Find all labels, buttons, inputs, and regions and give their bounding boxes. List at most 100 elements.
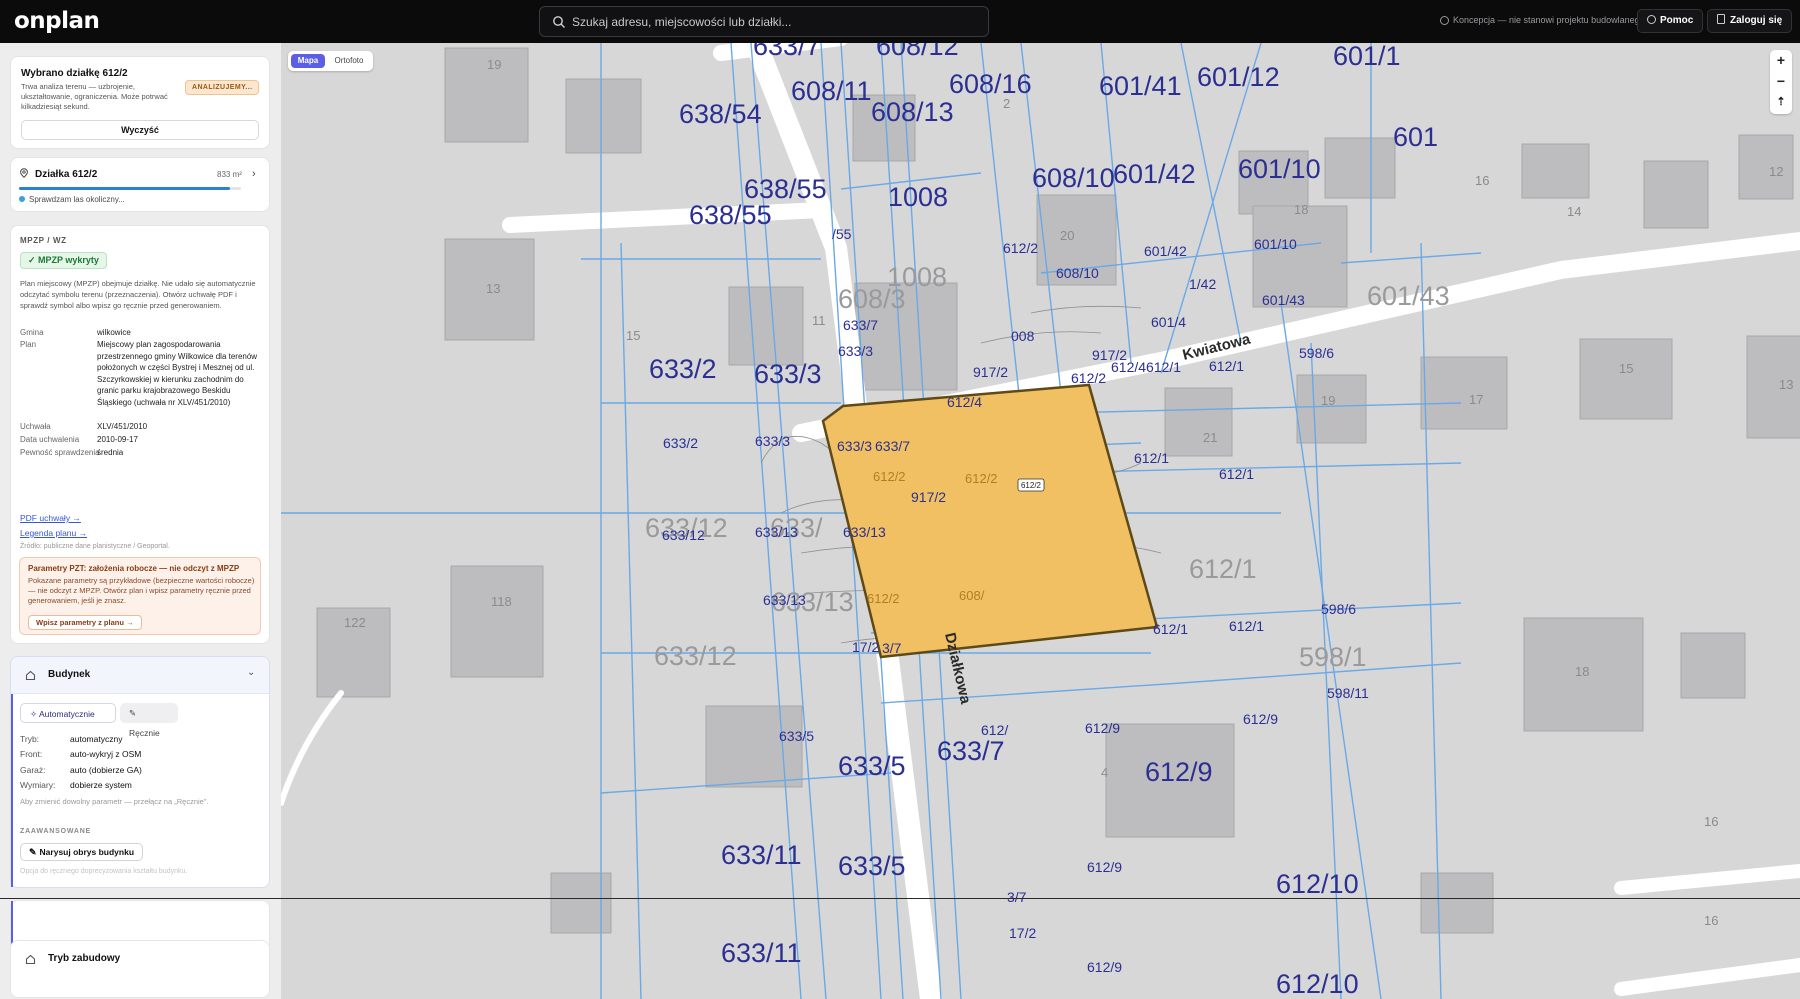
kv-key: Data uchwalenia	[20, 435, 80, 444]
tab-ortho[interactable]: Ortofoto	[329, 54, 369, 68]
sidebar: Wybrano działkę 612/2 Trwa analiza teren…	[0, 43, 281, 999]
parcel-label: 638/54	[679, 99, 762, 129]
parcel-label: 601/1	[1333, 43, 1401, 71]
parcel-label: 612/1	[1189, 554, 1257, 584]
building-header[interactable]: Budynek ⌄	[11, 657, 269, 694]
parcel-label: 601/43	[1262, 292, 1305, 308]
parcel-label: 608/13	[871, 97, 954, 127]
parcel-label: 17/2	[1009, 925, 1036, 941]
parcel-label: 601/10	[1238, 154, 1321, 184]
parcel-label: 612/	[981, 722, 1008, 738]
tab-manual[interactable]: ✎ Ręcznie	[120, 703, 178, 738]
selection-card: Wybrano działkę 612/2 Trwa analiza teren…	[11, 57, 269, 148]
parcel-label: 608/3	[838, 284, 906, 314]
selection-title: Wybrano działkę 612/2	[21, 68, 128, 79]
reset-north-button[interactable]: ⇡	[1770, 92, 1792, 113]
search-box[interactable]	[539, 6, 989, 37]
parcel-label: 3/7	[1007, 889, 1027, 905]
house-number: 17	[1469, 392, 1483, 407]
kv-key: Gmina	[20, 328, 44, 337]
parcel-label: 633/2	[663, 435, 698, 451]
parcel-label: 612/2	[965, 471, 998, 486]
parcel-label: 1008	[888, 182, 948, 212]
chevron-down-icon[interactable]: ⌄	[247, 667, 255, 678]
status-dot-icon	[19, 196, 25, 202]
concept-note: Koncepcja — nie stanowi projektu budowla…	[1440, 15, 1645, 25]
parcel-label: 612/2	[873, 469, 906, 484]
parcel-label: 608/10	[1056, 265, 1099, 281]
parcel-label: 633/12	[654, 641, 737, 671]
draw-outline-button[interactable]: ✎Narysuj obrys budynku	[20, 843, 144, 861]
parcel-card[interactable]: Działka 612/2 833 m² › Sprawdzam las oko…	[11, 158, 269, 211]
search-input[interactable]	[572, 7, 982, 36]
help-label: Pomoc	[1660, 15, 1694, 26]
mpzp-heading: MPZP / WZ	[20, 236, 67, 245]
parcel-label: 612/9	[1087, 859, 1122, 875]
parcel-label: 612/10	[1276, 869, 1359, 899]
kv-key: Plan	[20, 340, 37, 349]
parcel-label: 633/3	[838, 343, 873, 359]
top-bar: onplan Koncepcja — nie stanowi projektu …	[0, 0, 1800, 43]
pdf-link[interactable]: PDF uchwały →	[20, 513, 81, 523]
zoom-out-button[interactable]: −	[1770, 71, 1792, 92]
enter-params-button[interactable]: Wpisz parametry z planu →	[28, 615, 142, 630]
mode-title: Tryb zabudowy	[48, 953, 121, 964]
parcel-label: Działka 612/2	[35, 169, 98, 180]
parcel-label: 633/7	[875, 438, 910, 454]
parcel-label: 633/3	[837, 438, 872, 454]
kv-value: średnia	[97, 448, 124, 457]
active-accent	[11, 694, 13, 887]
login-button[interactable]: Zaloguj się	[1707, 9, 1793, 33]
map-svg[interactable]: 612/2 612/2 612/2 608/ 612/2 Kwiatowa Dz…	[281, 43, 1800, 999]
parcel-label: 601/42	[1144, 243, 1187, 259]
building-card: Budynek ⌄ ✧ Automatycznie ✎ Ręcznie Tryb…	[11, 657, 269, 887]
tab-automatic[interactable]: ✧ Automatycznie	[20, 703, 116, 723]
parcel-area: 833 m²	[217, 170, 242, 179]
concept-note-text: Koncepcja — nie stanowi projektu budowla…	[1453, 15, 1645, 25]
parcel-label: 601/12	[1197, 62, 1280, 92]
parcel-label: 633/12	[662, 527, 705, 543]
source-note: Źródło: publiczne dane planistyczne / Ge…	[20, 543, 170, 550]
parcel-label: 612/1	[1153, 621, 1188, 637]
map-canvas[interactable]: 612/2 612/2 612/2 608/ 612/2 Kwiatowa Dz…	[281, 43, 1800, 999]
parcel-label: 633/2	[649, 354, 717, 384]
parcel-label: 601/42	[1113, 159, 1196, 189]
kv-key: Uchwała	[20, 422, 51, 431]
parcel-label: 608/16	[949, 69, 1032, 99]
parcel-label: 633/11	[721, 938, 802, 968]
zoom-in-button[interactable]: +	[1770, 50, 1792, 71]
parcel-label: 633/5	[838, 751, 906, 781]
mpzp-info: Plan miejscowy (MPZP) obejmuje działkę. …	[20, 279, 256, 310]
selected-parcel-tag[interactable]: 612/2	[1017, 478, 1045, 492]
clear-button[interactable]: Wyczyść	[21, 120, 259, 140]
parcel-label: 17/2	[852, 639, 879, 655]
parcel-label: 612/9	[1243, 711, 1278, 727]
house-number: 14	[1567, 204, 1581, 219]
mode-card[interactable]: Tryb zabudowy	[11, 941, 269, 997]
login-label: Zaloguj się	[1730, 15, 1783, 26]
parcel-label: 612/9	[1145, 757, 1213, 787]
house-number: 16	[1704, 814, 1718, 829]
house-number: 16	[1704, 913, 1718, 928]
parcel-label: 612/1	[1229, 618, 1264, 634]
advanced-heading: ZAAWANSOWANE	[20, 828, 92, 835]
parcel-label: 601/41	[1099, 71, 1182, 101]
parcel-label: 608/	[959, 588, 985, 603]
house-number: 20	[1060, 228, 1074, 243]
chevron-right-icon[interactable]: ›	[252, 168, 256, 180]
house-number: 11	[812, 313, 826, 328]
house-number: 122	[344, 615, 366, 630]
pzt-warning: Parametry PZT: założenia robocze — nie o…	[19, 557, 261, 635]
house-number: 15	[1619, 361, 1633, 376]
map-layer-toggle: Mapa Ortofoto	[288, 51, 373, 71]
parcel-label: 612/10	[1276, 969, 1359, 999]
warning-desc: Pokazane parametry są przykładowe (bezpi…	[28, 576, 255, 605]
parcel-label: 612/1	[1219, 466, 1254, 482]
help-button[interactable]: Pomoc	[1637, 9, 1704, 33]
kv-value: Miejscowy plan zagospodarowania przestrz…	[97, 340, 258, 407]
selected-parcel[interactable]	[821, 383, 1159, 659]
logo[interactable]: onplan	[14, 8, 100, 34]
legend-link[interactable]: Legenda planu →	[20, 528, 87, 538]
parcel-label: 633/7	[753, 43, 821, 61]
tab-map[interactable]: Mapa	[291, 54, 325, 68]
